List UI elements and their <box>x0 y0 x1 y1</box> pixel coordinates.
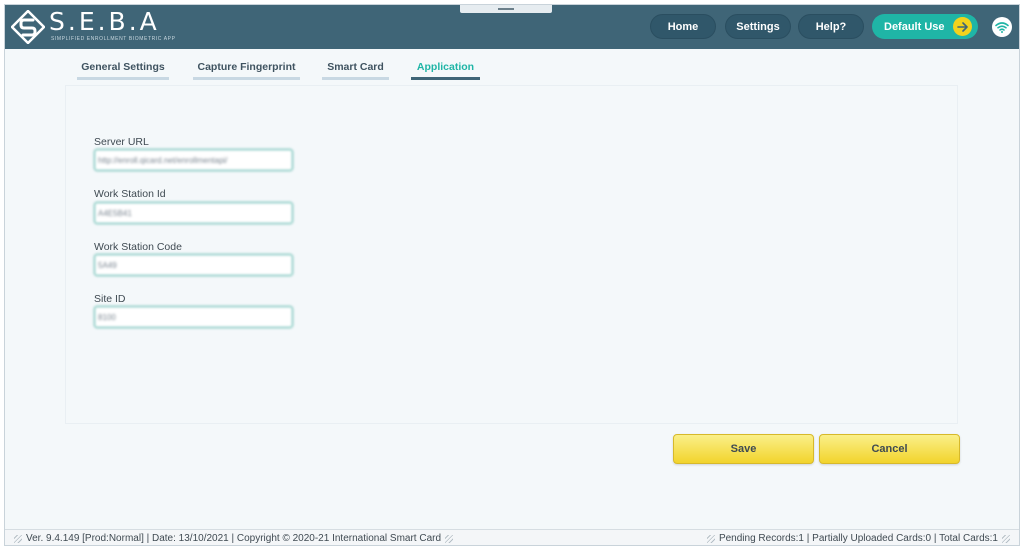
tab-capture-fingerprint[interactable]: Capture Fingerprint <box>193 56 300 80</box>
resize-grip-icon <box>1002 534 1010 543</box>
wifi-icon[interactable] <box>992 17 1012 37</box>
work-station-code-label: Work Station Code <box>94 241 182 253</box>
resize-grip-icon <box>14 534 22 543</box>
resize-grip-icon <box>706 534 715 543</box>
user-button[interactable]: Default Use <box>872 14 978 39</box>
status-records-info: Pending Records:1 | Partially Uploaded C… <box>718 533 998 544</box>
logo-subtitle: SIMPLIFIED ENROLLMENT BIOMETRIC APP <box>51 36 176 42</box>
save-button[interactable]: Save <box>673 434 814 464</box>
help-button[interactable]: Help? <box>798 14 864 39</box>
user-button-label: Default Use <box>884 20 945 33</box>
status-bar: Ver. 9.4.149 [Prod:Normal] | Date: 13/10… <box>5 529 1019 545</box>
server-url-label: Server URL <box>94 136 149 148</box>
arrow-right-icon <box>953 17 972 36</box>
settings-button[interactable]: Settings <box>725 14 791 39</box>
tab-general-settings[interactable]: General Settings <box>77 56 169 80</box>
tab-smart-card[interactable]: Smart Card <box>322 56 389 80</box>
site-id-input[interactable] <box>94 306 293 328</box>
status-version-info: Ver. 9.4.149 [Prod:Normal] | Date: 13/10… <box>26 533 442 544</box>
app-window: S.E.B.A SIMPLIFIED ENROLLMENT BIOMETRIC … <box>4 4 1020 546</box>
work-station-code-input[interactable] <box>94 254 293 276</box>
cancel-button[interactable]: Cancel <box>819 434 960 464</box>
home-button[interactable]: Home <box>650 14 716 39</box>
app-logo: S.E.B.A SIMPLIFIED ENROLLMENT BIOMETRIC … <box>11 8 176 46</box>
work-station-id-label: Work Station Id <box>94 188 166 200</box>
window-drag-handle[interactable] <box>460 5 552 13</box>
seba-logo-icon <box>11 10 45 44</box>
server-url-input[interactable] <box>94 149 293 171</box>
top-header: S.E.B.A SIMPLIFIED ENROLLMENT BIOMETRIC … <box>5 5 1019 49</box>
tab-application[interactable]: Application <box>411 56 480 80</box>
work-station-id-input[interactable] <box>94 202 293 224</box>
resize-grip-icon <box>445 534 454 543</box>
logo-title: S.E.B.A <box>49 7 160 36</box>
site-id-label: Site ID <box>94 293 126 305</box>
